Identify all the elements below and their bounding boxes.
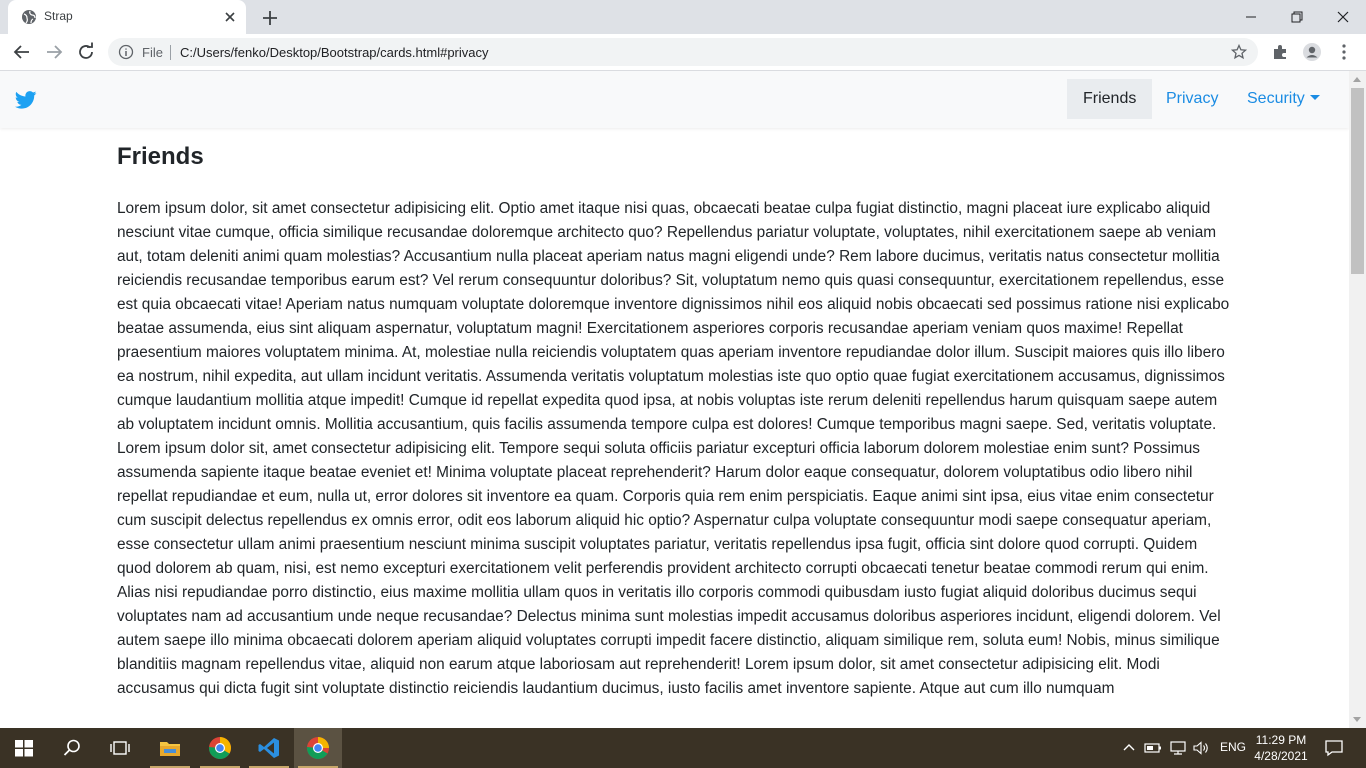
browser-toolbar: File C:/Users/fenko/Desktop/Bootstrap/ca… bbox=[0, 34, 1366, 71]
address-url[interactable]: C:/Users/fenko/Desktop/Bootstrap/cards.h… bbox=[180, 45, 489, 60]
address-bar[interactable]: File C:/Users/fenko/Desktop/Bootstrap/ca… bbox=[108, 38, 1258, 66]
scrollbar-thumb[interactable] bbox=[1351, 88, 1364, 274]
twitter-bird-icon[interactable] bbox=[14, 91, 37, 109]
clock-date: 4/28/2021 bbox=[1254, 749, 1308, 763]
search-icon[interactable] bbox=[48, 728, 96, 768]
forward-arrow-icon[interactable] bbox=[44, 42, 64, 62]
browser-tab-strip: Strap bbox=[0, 0, 1366, 34]
vscode-app-icon[interactable] bbox=[245, 728, 293, 768]
input-language-indicator[interactable]: ENG bbox=[1220, 740, 1246, 754]
extensions-puzzle-icon[interactable] bbox=[1270, 42, 1290, 62]
address-scheme-label: File bbox=[142, 45, 163, 60]
close-tab-icon[interactable] bbox=[222, 9, 238, 25]
action-center-notification-icon[interactable] bbox=[1322, 728, 1346, 768]
scroll-down-arrow-icon[interactable] bbox=[1353, 717, 1361, 722]
show-hidden-icons-chevron-icon[interactable] bbox=[1120, 728, 1138, 768]
main-content: Friends Lorem ipsum dolor, sit amet cons… bbox=[117, 143, 1232, 701]
close-window-icon[interactable] bbox=[1320, 4, 1366, 30]
caret-down-icon bbox=[1309, 95, 1320, 100]
windows-taskbar: ENG 11:29 PM 4/28/2021 bbox=[0, 728, 1366, 768]
site-navbar: Friends Privacy Security bbox=[0, 71, 1349, 128]
section-heading: Friends bbox=[117, 143, 204, 170]
browser-menu-icon[interactable] bbox=[1334, 42, 1354, 62]
tab-title: Strap bbox=[44, 9, 73, 23]
nav-link-friends[interactable]: Friends bbox=[1067, 79, 1153, 119]
restore-window-icon[interactable] bbox=[1274, 4, 1320, 30]
reload-icon[interactable] bbox=[76, 42, 96, 62]
new-tab-icon[interactable] bbox=[260, 8, 280, 28]
address-separator bbox=[170, 45, 171, 60]
page-scrollbar[interactable] bbox=[1349, 71, 1366, 728]
chrome-app-active-icon[interactable] bbox=[294, 728, 342, 768]
nav-dropdown-security[interactable]: Security bbox=[1231, 79, 1336, 119]
volume-icon[interactable] bbox=[1192, 728, 1212, 768]
task-view-icon[interactable] bbox=[96, 728, 144, 768]
taskbar-clock[interactable]: 11:29 PM 4/28/2021 bbox=[1250, 732, 1312, 764]
scroll-up-arrow-icon[interactable] bbox=[1353, 77, 1361, 82]
file-explorer-folder-icon[interactable] bbox=[146, 728, 194, 768]
clock-time: 11:29 PM bbox=[1255, 733, 1307, 747]
minimize-window-icon[interactable] bbox=[1228, 4, 1274, 30]
info-icon[interactable] bbox=[118, 44, 134, 60]
nav-link-privacy[interactable]: Privacy bbox=[1150, 79, 1234, 119]
battery-icon[interactable] bbox=[1143, 728, 1163, 768]
profile-avatar-icon[interactable] bbox=[1302, 42, 1322, 62]
windows-start-icon[interactable] bbox=[0, 728, 48, 768]
chrome-app-icon[interactable] bbox=[196, 728, 244, 768]
network-icon[interactable] bbox=[1168, 728, 1188, 768]
browser-tab[interactable]: Strap bbox=[8, 0, 246, 34]
nav-dropdown-security-label: Security bbox=[1247, 90, 1305, 107]
section-body-text: Lorem ipsum dolor, sit amet consectetur … bbox=[117, 200, 1230, 697]
back-arrow-icon[interactable] bbox=[12, 42, 32, 62]
bookmark-star-icon[interactable] bbox=[1230, 43, 1248, 60]
page-viewport: Friends Privacy Security Friends Lorem i… bbox=[0, 71, 1349, 728]
globe-icon bbox=[21, 9, 37, 25]
